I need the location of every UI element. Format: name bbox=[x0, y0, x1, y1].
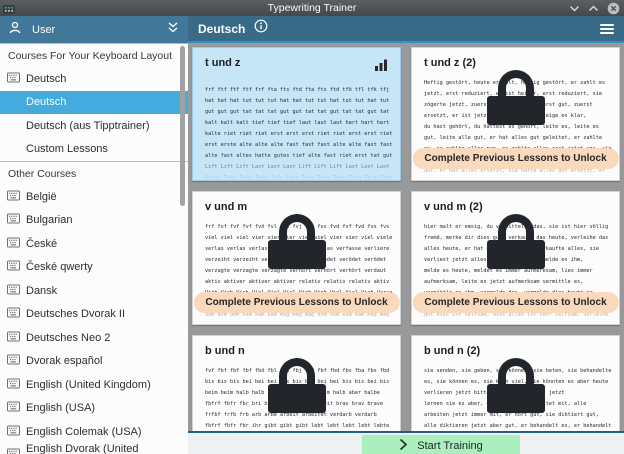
user-label: User bbox=[32, 24, 156, 36]
course-header: Deutsch bbox=[188, 16, 624, 43]
sidebar-course-item[interactable]: Bulgarian bbox=[0, 209, 188, 233]
lesson-card[interactable]: t und z (2) Heftig gestört, heute erzähl… bbox=[411, 47, 620, 181]
sidebar-course-item[interactable]: Custom Lessons bbox=[0, 138, 188, 162]
hamburger-menu-icon[interactable] bbox=[600, 24, 614, 34]
keyboard-icon bbox=[7, 308, 20, 321]
course-item-label: Bulgarian bbox=[26, 214, 72, 226]
sidebar-section-header: Courses For Your Keyboard Layout bbox=[0, 43, 188, 67]
sidebar-course-item[interactable]: België bbox=[0, 185, 188, 209]
sidebar-course-item[interactable]: Deutsches Neo 2 bbox=[0, 326, 188, 350]
user-selector[interactable]: User bbox=[0, 16, 188, 43]
unlock-badge: Complete Previous Lessons to Unlock bbox=[412, 148, 618, 169]
sidebar-course-item[interactable]: Deutsches Dvorak II bbox=[0, 303, 188, 327]
keyboard-icon bbox=[7, 425, 20, 438]
bar-chart-icon bbox=[375, 58, 388, 76]
sidebar-course-item[interactable]: English Colemak (USA) bbox=[0, 420, 188, 444]
keyboard-icon bbox=[7, 237, 20, 250]
lesson-title: b und n (2) bbox=[424, 345, 480, 357]
info-icon[interactable] bbox=[254, 19, 268, 38]
sidebar-course-item[interactable]: English (USA) bbox=[0, 397, 188, 421]
keyboard-icon bbox=[7, 284, 20, 297]
sidebar-course-item[interactable]: České bbox=[0, 232, 188, 256]
course-item-label: English Dvorak (United Kingdom) bbox=[26, 443, 188, 454]
user-icon bbox=[8, 21, 22, 39]
sidebar-section-header: Other Courses bbox=[0, 161, 188, 185]
course-item-label: Custom Lessons bbox=[26, 143, 108, 155]
lesson-title: v und m bbox=[205, 201, 247, 213]
keyboard-icon bbox=[7, 378, 20, 391]
sidebar-course-item[interactable]: Deutsch (aus Tipptrainer) bbox=[0, 114, 188, 138]
lesson-grid: t und z frf ftf ftf ftf frf fta fts ftd … bbox=[188, 43, 624, 431]
sidebar-course-item[interactable]: Dvorak español bbox=[0, 350, 188, 374]
main-area: Deutsch t und z frf ftf ftf ftf frf fta … bbox=[188, 16, 624, 454]
keyboard-icon bbox=[7, 214, 20, 227]
lesson-card[interactable]: v und m frf fvf fvf fvf fvö fvl fvk fvj … bbox=[192, 191, 401, 325]
sidebar-course-item[interactable]: English Dvorak (United Kingdom) bbox=[0, 444, 188, 454]
unlock-badge: Complete Previous Lessons to Unlock bbox=[412, 292, 618, 313]
lesson-title: b und n bbox=[205, 345, 245, 357]
lesson-preview-text: frf ftf ftf ftf frf fta fts ftd fta fts … bbox=[193, 80, 400, 181]
lesson-card[interactable]: b und n fvf fbf fbf fbf fbö fbl fbk fbj … bbox=[192, 335, 401, 431]
sidebar-course-item[interactable]: Deutsch bbox=[0, 91, 188, 115]
lesson-title: t und z bbox=[205, 57, 240, 69]
course-item-label: English (United Kingdom) bbox=[26, 379, 151, 391]
app-window: Typewriting Trainer User Courses For You… bbox=[0, 0, 624, 454]
close-button[interactable] bbox=[607, 2, 620, 15]
lesson-title: v und m (2) bbox=[424, 201, 483, 213]
course-item-label: Deutsch bbox=[26, 96, 66, 108]
sidebar-course-item[interactable]: České qwerty bbox=[0, 256, 188, 280]
lesson-title: t und z (2) bbox=[424, 57, 476, 69]
course-item-label: České qwerty bbox=[26, 261, 93, 273]
keyboard-icon bbox=[7, 331, 20, 344]
course-item-label: Deutsch (aus Tipptrainer) bbox=[26, 120, 150, 132]
start-training-label: Start Training bbox=[417, 440, 482, 452]
keyboard-icon bbox=[7, 261, 20, 274]
sidebar-course-item[interactable]: Deutsch bbox=[0, 67, 188, 91]
course-item-label: České bbox=[26, 238, 57, 250]
course-item-label: English (USA) bbox=[26, 402, 95, 414]
course-item-label: Deutsches Dvorak II bbox=[26, 308, 125, 320]
footer-bar: Start Training bbox=[188, 431, 624, 454]
keyboard-icon bbox=[7, 449, 20, 454]
lock-icon bbox=[268, 214, 326, 269]
lock-icon bbox=[487, 70, 545, 125]
course-item-label: Dvorak español bbox=[26, 355, 102, 367]
keyboard-icon bbox=[7, 355, 20, 368]
course-list: Courses For Your Keyboard Layout Deutsch… bbox=[0, 43, 188, 454]
start-training-button[interactable]: Start Training bbox=[362, 435, 520, 454]
maximize-button[interactable] bbox=[588, 3, 599, 14]
course-item-label: English Colemak (USA) bbox=[26, 426, 142, 438]
lock-icon bbox=[487, 214, 545, 269]
lesson-card[interactable]: b und n (2) sie senden, sie geben, sie k… bbox=[411, 335, 620, 431]
keyboard-icon bbox=[7, 190, 20, 203]
sidebar-scrollbar[interactable] bbox=[180, 46, 185, 206]
lesson-card[interactable]: v und m (2) hier malt er emsig, du vermi… bbox=[411, 191, 620, 325]
lock-icon bbox=[268, 358, 326, 413]
course-item-label: Deutsch bbox=[26, 73, 66, 85]
sidebar-course-item[interactable]: Dansk bbox=[0, 279, 188, 303]
titlebar: Typewriting Trainer bbox=[0, 0, 624, 16]
keyboard-icon bbox=[7, 72, 20, 85]
lock-icon bbox=[487, 358, 545, 413]
sidebar-course-item[interactable]: English (United Kingdom) bbox=[0, 373, 188, 397]
unlock-badge: Complete Previous Lessons to Unlock bbox=[193, 292, 399, 313]
window-title: Typewriting Trainer bbox=[0, 0, 624, 16]
course-item-label: Deutsches Neo 2 bbox=[26, 332, 110, 344]
double-chevron-down-icon[interactable] bbox=[166, 21, 180, 39]
keyboard-icon bbox=[7, 402, 20, 415]
lesson-card[interactable]: t und z frf ftf ftf ftf frf fta fts ftd … bbox=[192, 47, 401, 181]
sidebar: User Courses For Your Keyboard Layout De… bbox=[0, 16, 188, 454]
course-item-label: België bbox=[26, 191, 57, 203]
chevron-right-icon bbox=[399, 438, 408, 454]
minimize-button[interactable] bbox=[569, 3, 580, 14]
course-item-label: Dansk bbox=[26, 285, 57, 297]
course-title: Deutsch bbox=[198, 22, 245, 36]
